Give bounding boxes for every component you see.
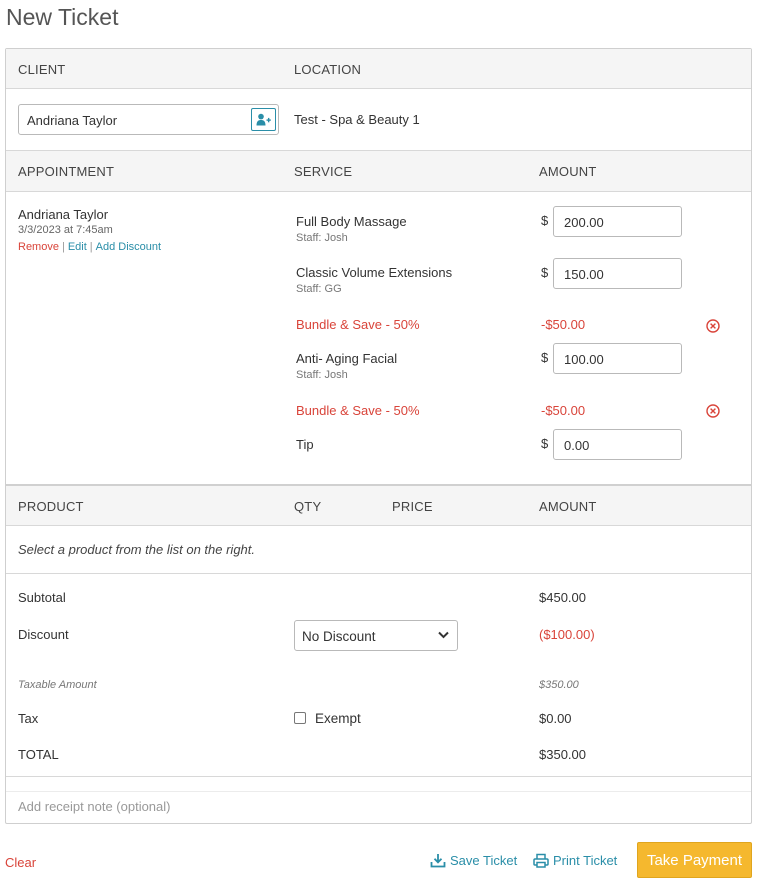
remove-discount-icon[interactable] [706,404,720,418]
tax-label: Tax [18,711,39,726]
service-amount-input[interactable]: 100.00 [553,343,682,374]
tax-value: $0.00 [539,711,572,726]
amount-header: AMOUNT [539,164,597,179]
print-ticket-label: Print Ticket [553,853,618,868]
service-header: SERVICE [294,164,353,179]
service-amount-value: 200.00 [564,215,604,230]
subtotal-label: Subtotal [18,590,66,605]
appointment-client-name: Andriana Taylor [18,207,109,222]
service-name: Full Body Massage [296,214,407,229]
service-staff: Staff: GG [296,283,342,295]
taxable-value: $350.00 [539,679,579,691]
edit-appointment-link[interactable]: Edit [68,241,87,253]
take-payment-label: Take Payment [646,851,743,869]
tax-exempt-checkbox[interactable] [294,712,306,724]
discount-select-value: No Discount [302,629,376,644]
client-field[interactable]: Andriana Taylor [18,104,279,135]
clear-button[interactable]: Clear [5,855,36,870]
tip-amount-input[interactable]: 0.00 [553,429,682,460]
take-payment-button[interactable]: Take Payment [637,842,752,878]
tax-exempt-label[interactable]: Exempt [315,711,361,726]
subtotal-value: $450.00 [539,590,586,605]
appointment-datetime: 3/3/2023 at 7:45am [18,224,113,236]
product-header-band: PRODUCT QTY PRICE AMOUNT [6,484,751,526]
taxable-label: Taxable Amount [18,679,97,691]
location-header: LOCATION [294,62,362,77]
discount-name: Bundle & Save - 50% [296,317,420,332]
add-client-icon [256,113,271,126]
total-value: $350.00 [539,747,586,762]
action-separator: | [89,241,93,253]
client-header-band: CLIENT LOCATION [6,49,751,89]
print-icon [533,853,549,868]
divider [6,791,751,792]
discount-value: ($100.00) [539,627,595,642]
product-header: PRODUCT [18,499,84,514]
currency-symbol: $ [541,265,549,280]
discount-amount: -$50.00 [541,317,586,332]
qty-header: QTY [294,499,322,514]
service-name: Classic Volume Extensions [296,265,453,280]
client-field-value: Andriana Taylor [27,113,118,128]
tip-label: Tip [296,437,314,452]
service-name: Anti- Aging Facial [296,351,398,366]
remove-discount-icon[interactable] [706,319,720,333]
divider [6,776,751,777]
save-ticket-button[interactable]: Save Ticket [430,853,517,868]
price-header: PRICE [392,499,433,514]
ticket-card: CLIENT LOCATION Andriana Taylor Test - S… [5,48,752,824]
service-amount-input[interactable]: 200.00 [553,206,682,237]
discount-label: Discount [18,627,69,642]
print-ticket-button[interactable]: Print Ticket [533,853,617,868]
add-client-button[interactable] [251,108,276,131]
client-header: CLIENT [18,62,66,77]
discount-amount: -$50.00 [541,403,586,418]
service-amount-value: 100.00 [564,352,604,367]
service-staff: Staff: Josh [296,232,348,244]
service-amount-value: 150.00 [564,267,604,282]
total-label: TOTAL [18,747,59,762]
currency-symbol: $ [541,436,549,451]
discount-name: Bundle & Save - 50% [296,403,420,418]
location-value: Test - Spa & Beauty 1 [294,112,420,127]
currency-symbol: $ [541,350,549,365]
add-discount-link[interactable]: Add Discount [96,241,161,253]
action-separator: | [61,241,65,253]
appointment-header: APPOINTMENT [18,164,115,179]
save-ticket-label: Save Ticket [450,853,518,868]
service-amount-input[interactable]: 150.00 [553,258,682,289]
service-staff: Staff: Josh [296,369,348,381]
receipt-note-input[interactable]: Add receipt note (optional) [18,799,170,814]
chevron-down-icon [438,631,449,639]
divider [6,573,751,574]
tip-amount-value: 0.00 [564,438,590,453]
discount-select[interactable]: No Discount [294,620,458,651]
remove-appointment-link[interactable]: Remove [18,241,59,253]
download-icon [430,854,446,868]
product-amount-header: AMOUNT [539,499,597,514]
page-title: New Ticket [6,4,119,30]
currency-symbol: $ [541,213,549,228]
appointment-actions: Remove | Edit | Add Discount [18,241,161,253]
product-empty-message: Select a product from the list on the ri… [18,542,256,557]
appointment-header-band: APPOINTMENT SERVICE AMOUNT [6,150,751,192]
